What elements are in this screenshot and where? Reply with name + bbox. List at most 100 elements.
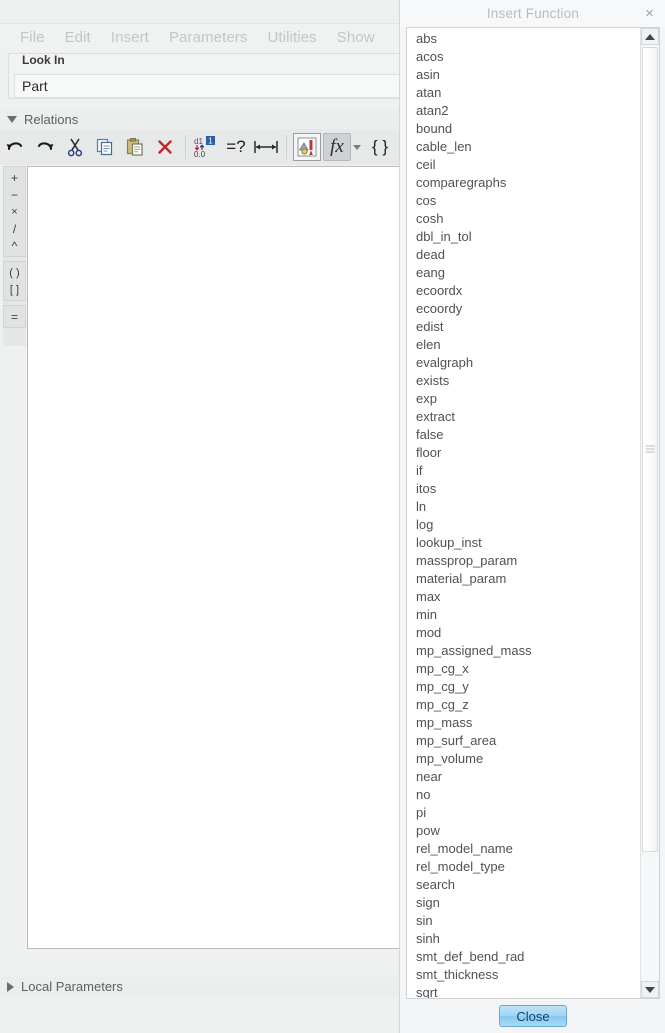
function-list-item[interactable]: rel_model_name [407, 840, 640, 858]
function-list-item[interactable]: smt_thickness [407, 966, 640, 984]
function-list-item[interactable]: asin [407, 66, 640, 84]
insert-dimension-button[interactable] [252, 133, 280, 161]
function-list-item[interactable]: sin [407, 912, 640, 930]
function-list-item[interactable]: cosh [407, 210, 640, 228]
function-list-item[interactable]: pow [407, 822, 640, 840]
operator-power-button[interactable]: ^ [4, 237, 25, 254]
redo-button[interactable] [31, 133, 59, 161]
triangle-up-icon [645, 33, 655, 40]
local-parameters-section-header[interactable]: Local Parameters [0, 977, 400, 996]
function-list-item[interactable]: ecoordy [407, 300, 640, 318]
function-list-item[interactable]: mp_volume [407, 750, 640, 768]
function-list-item[interactable]: mp_cg_x [407, 660, 640, 678]
function-list-item[interactable]: extract [407, 408, 640, 426]
toolbar-separator [286, 135, 287, 159]
operator-plus-button[interactable]: + [4, 169, 25, 186]
function-list-item[interactable]: dbl_in_tol [407, 228, 640, 246]
operator-equals-button[interactable]: = [4, 308, 25, 325]
function-list-item[interactable]: false [407, 426, 640, 444]
paste-button[interactable] [121, 133, 149, 161]
function-list-item[interactable]: atan [407, 84, 640, 102]
function-list-item[interactable]: search [407, 876, 640, 894]
function-list-item[interactable]: sqrt [407, 984, 640, 998]
look-in-value-field[interactable]: Part [14, 74, 424, 98]
operator-square-brackets-button[interactable]: [ ] [4, 281, 25, 298]
insert-from-model-icon [297, 137, 317, 157]
function-list-item[interactable]: bound [407, 120, 640, 138]
function-list-item[interactable]: sinh [407, 930, 640, 948]
menu-item-utilities[interactable]: Utilities [257, 29, 326, 46]
function-list-item[interactable]: mp_mass [407, 714, 640, 732]
switch-dimensions-button[interactable]: d1 0.0 1 [192, 133, 220, 161]
function-list-item[interactable]: if [407, 462, 640, 480]
function-list-item[interactable]: elen [407, 336, 640, 354]
function-list-item[interactable]: eang [407, 264, 640, 282]
function-list-item[interactable]: mp_cg_z [407, 696, 640, 714]
function-list-item[interactable]: itos [407, 480, 640, 498]
menu-item-file[interactable]: File [10, 29, 55, 46]
function-list-item[interactable]: near [407, 768, 640, 786]
function-list-item[interactable]: sign [407, 894, 640, 912]
relations-edit-area[interactable] [27, 166, 400, 949]
function-list-item[interactable]: log [407, 516, 640, 534]
function-list-item[interactable]: mp_surf_area [407, 732, 640, 750]
function-list-item[interactable]: mod [407, 624, 640, 642]
function-list-item[interactable]: floor [407, 444, 640, 462]
function-list-item[interactable]: exists [407, 372, 640, 390]
look-in-label: Look In [18, 54, 69, 67]
menu-item-insert[interactable]: Insert [101, 29, 159, 46]
function-list-item[interactable]: massprop_param [407, 552, 640, 570]
function-list-item[interactable]: acos [407, 48, 640, 66]
undo-button[interactable] [1, 133, 29, 161]
function-list-item[interactable]: mp_assigned_mass [407, 642, 640, 660]
cut-button[interactable] [61, 133, 89, 161]
insert-function-button[interactable]: fx [323, 133, 351, 161]
function-list-item[interactable]: lookup_inst [407, 534, 640, 552]
close-icon[interactable]: × [642, 6, 657, 21]
function-list-item[interactable]: abs [407, 30, 640, 48]
chevron-down-icon[interactable] [353, 144, 361, 150]
function-listbox[interactable]: abs acos asin atan atan2 bound cable_len ceil co… [406, 27, 660, 999]
scroll-down-button[interactable] [641, 981, 659, 998]
function-list-item[interactable]: edist [407, 318, 640, 336]
function-list-item[interactable]: no [407, 786, 640, 804]
menu-item-show[interactable]: Show [327, 29, 385, 46]
function-list-item[interactable]: cos [407, 192, 640, 210]
switch-dimensions-icon: d1 0.0 1 [194, 136, 215, 159]
relations-section-header[interactable]: Relations [0, 110, 400, 129]
function-list-item[interactable]: ln [407, 498, 640, 516]
function-list-item[interactable]: rel_model_type [407, 858, 640, 876]
function-list-item[interactable]: max [407, 588, 640, 606]
function-list-item[interactable]: smt_def_bend_rad [407, 948, 640, 966]
operator-minus-button[interactable]: − [4, 186, 25, 203]
function-list-item[interactable]: mp_cg_y [407, 678, 640, 696]
copy-button[interactable] [91, 133, 119, 161]
function-list-item[interactable]: ecoordx [407, 282, 640, 300]
function-list-scrollbar[interactable] [640, 28, 659, 998]
function-list-item[interactable]: comparegraphs [407, 174, 640, 192]
menu-item-edit[interactable]: Edit [55, 29, 101, 46]
delete-button[interactable] [151, 133, 179, 161]
function-list-item[interactable]: min [407, 606, 640, 624]
scroll-up-button[interactable] [641, 28, 659, 45]
insert-braces-button[interactable]: { } [366, 133, 394, 161]
function-list: abs acos asin atan atan2 bound cable_len ceil co… [407, 28, 640, 998]
function-list-item[interactable]: evalgraph [407, 354, 640, 372]
copy-icon [96, 138, 113, 156]
operator-rail: + − × / ^ ( ) [ ] = [3, 166, 26, 346]
menu-item-parameters[interactable]: Parameters [159, 29, 258, 46]
function-list-item[interactable]: ceil [407, 156, 640, 174]
verify-relations-button[interactable]: =? [222, 133, 250, 161]
operator-parentheses-button[interactable]: ( ) [4, 264, 25, 281]
scrollbar-thumb[interactable] [642, 47, 658, 852]
function-list-item[interactable]: pi [407, 804, 640, 822]
function-list-item[interactable]: material_param [407, 570, 640, 588]
operator-multiply-button[interactable]: × [4, 203, 25, 220]
function-list-item[interactable]: dead [407, 246, 640, 264]
function-list-item[interactable]: cable_len [407, 138, 640, 156]
function-list-item[interactable]: atan2 [407, 102, 640, 120]
insert-from-model-button[interactable] [293, 133, 321, 161]
close-button[interactable]: Close [499, 1005, 567, 1027]
operator-divide-button[interactable]: / [4, 220, 25, 237]
function-list-item[interactable]: exp [407, 390, 640, 408]
